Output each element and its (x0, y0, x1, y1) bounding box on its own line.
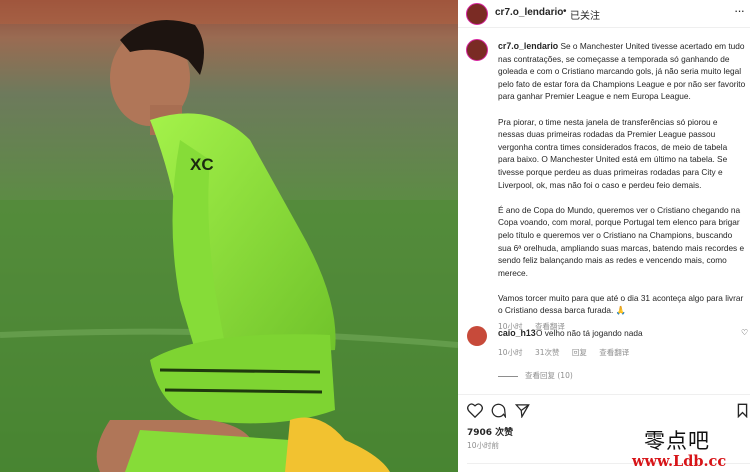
view-replies-link[interactable]: 查看回复 (10) (525, 370, 573, 381)
watermark-url: www.Ldb.cc (632, 453, 727, 470)
caption-username[interactable]: cr7.o_lendario (498, 41, 558, 51)
post-likes-count[interactable]: 7906 次赞 (467, 425, 513, 438)
comment-likes-count[interactable]: 31次赞 (535, 348, 560, 357)
comment-reply-link[interactable]: 回复 (572, 348, 587, 357)
svg-text:XC: XC (190, 155, 214, 174)
following-button[interactable]: 已关注 (570, 7, 600, 22)
more-options-icon[interactable]: ··· (734, 3, 745, 18)
post-timestamp: 10小时前 (467, 441, 500, 450)
post-detail-panel: cr7.o_lendario • 已关注 ··· cr7.o_lendario … (458, 0, 750, 472)
share-icon[interactable] (515, 403, 530, 418)
post-header: cr7.o_lendario • 已关注 ··· (458, 0, 750, 28)
post-photo[interactable]: XC (0, 0, 458, 472)
commenter-avatar[interactable] (467, 326, 487, 346)
site-watermark: 零点吧 www.Ldb.cc (632, 425, 750, 472)
comment-translate-link[interactable]: 查看翻译 (599, 348, 629, 357)
footballer-kneeling-image: XC (0, 0, 458, 472)
replies-divider (498, 376, 518, 377)
post-caption: cr7.o_lendario Se o Manchester United ti… (498, 40, 746, 334)
author-avatar[interactable] (466, 3, 488, 25)
separator-dot: • (563, 6, 567, 17)
comment-meta: 10小时 31次赞 回复 查看翻译 (498, 347, 629, 358)
comment-timestamp: 10小时 (498, 348, 523, 357)
bookmark-icon[interactable] (737, 403, 748, 418)
caption-paragraph-3: É ano de Copa do Mundo, queremos ver o C… (498, 204, 745, 278)
comment-text: O velho não tá jogando nada (536, 328, 643, 338)
caption-paragraph-2: Pra piorar, o time nesta janela de trans… (498, 116, 728, 190)
author-username[interactable]: cr7.o_lendario (495, 7, 563, 18)
heart-icon[interactable] (467, 403, 483, 418)
caption-paragraph-4: Vamos torcer muito para que até o dia 31… (498, 292, 744, 316)
comment-icon[interactable] (491, 403, 506, 418)
watermark-title: 零点吧 (644, 429, 710, 453)
caption-author-avatar[interactable] (466, 39, 488, 61)
comment-username[interactable]: caio_h13 (498, 328, 536, 338)
comment-like-heart-icon[interactable]: ♡ (741, 328, 748, 337)
